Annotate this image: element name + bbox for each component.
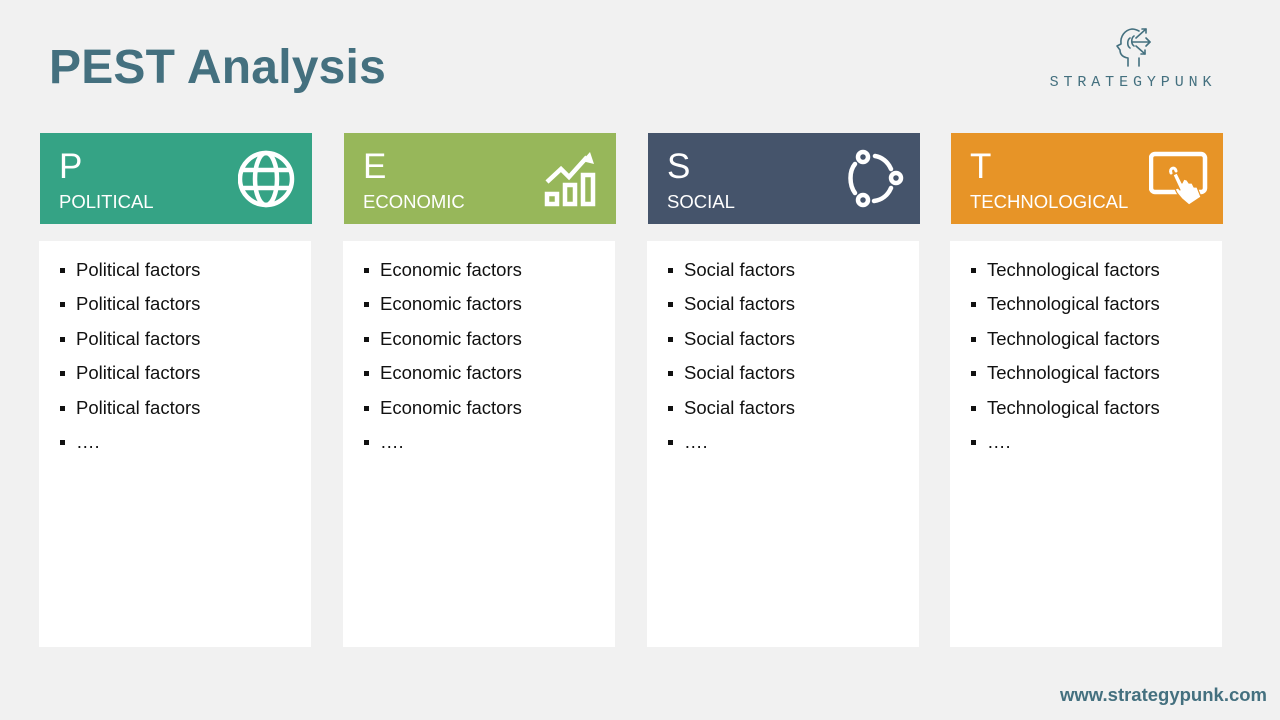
list-item: …. [668,431,919,465]
touchscreen-tap-icon [1149,151,1208,206]
list-item: Technological factors [971,397,1222,431]
list-item: Political factors [60,328,311,362]
logo-text: STRATEGYPUNK [1049,74,1217,91]
globe-icon [238,150,295,208]
column-header: E ECONOMIC [344,133,616,224]
column-label: TECHNOLOGICAL [970,191,1129,212]
column-letter: P [59,147,83,186]
list-item: Political factors [60,293,311,327]
growth-chart-icon [544,152,596,207]
list-item: Economic factors [364,362,615,396]
column-header: S SOCIAL [648,133,920,224]
list-item: …. [60,431,311,465]
social-network-icon [848,149,904,208]
list-item: Social factors [668,293,919,327]
list-item: Social factors [668,259,919,293]
list-item: Economic factors [364,259,615,293]
column-body: Social factors Social factors Social fac… [647,241,919,647]
list-item: Economic factors [364,328,615,362]
column-letter: E [363,147,387,186]
factor-list: Technological factors Technological fact… [950,241,1222,465]
column-letter: T [970,147,992,186]
column-label: SOCIAL [667,191,735,212]
column-body: Political factors Political factors Poli… [39,241,311,647]
column-header: P POLITICAL [40,133,312,224]
column-body: Technological factors Technological fact… [950,241,1222,647]
column-header: T TECHNOLOGICAL [951,133,1223,224]
column-body: Economic factors Economic factors Econom… [343,241,615,647]
website-link[interactable]: www.strategypunk.com [1060,684,1267,706]
list-item: Technological factors [971,293,1222,327]
pest-column-technological: T TECHNOLOGICAL Technological factors Te… [950,133,1223,647]
pest-column-social: S SOCIAL Social factors Social factors S… [647,133,920,647]
list-item: Political factors [60,362,311,396]
list-item: Social factors [668,362,919,396]
column-label: POLITICAL [59,191,154,212]
head-arrows-icon [1116,28,1151,67]
strategypunk-logo: STRATEGYPUNK [1040,24,1226,94]
list-item: Social factors [668,397,919,431]
factor-list: Economic factors Economic factors Econom… [343,241,615,465]
pest-column-political: P POLITICAL Political factors Political … [39,133,312,647]
list-item: Technological factors [971,328,1222,362]
list-item: Political factors [60,259,311,293]
list-item: Technological factors [971,259,1222,293]
column-label: ECONOMIC [363,191,465,212]
column-letter: S [667,147,691,186]
list-item: Economic factors [364,397,615,431]
page-title: PEST Analysis [49,41,386,94]
list-item: Political factors [60,397,311,431]
list-item: Social factors [668,328,919,362]
list-item: Technological factors [971,362,1222,396]
pest-column-economic: E ECONOMIC Economic factors Economic fac… [343,133,616,647]
list-item: …. [364,431,615,465]
list-item: Economic factors [364,293,615,327]
factor-list: Social factors Social factors Social fac… [647,241,919,465]
list-item: …. [971,431,1222,465]
factor-list: Political factors Political factors Poli… [39,241,311,465]
